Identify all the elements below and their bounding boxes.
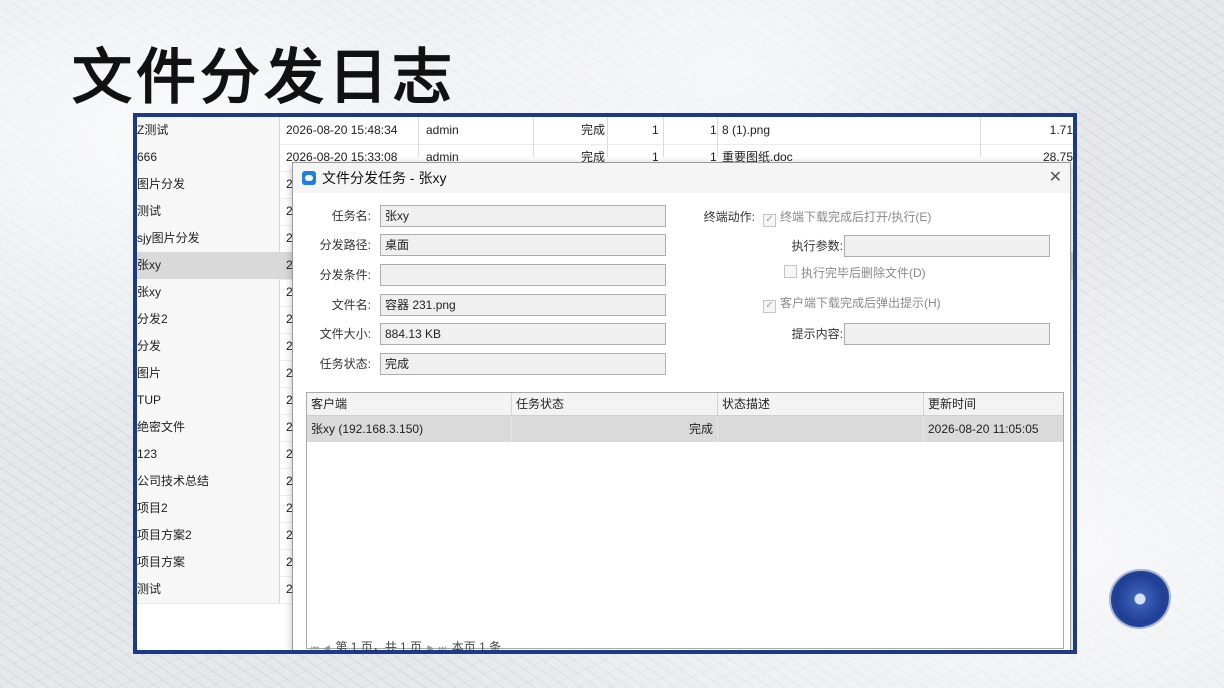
cell-size: 1.71 bbox=[1049, 123, 1073, 137]
prev-page-icon[interactable]: ◀ bbox=[323, 643, 330, 650]
grid-header: 客户端 任务状态 状态描述 更新时间 bbox=[307, 393, 1063, 416]
column-divider bbox=[717, 117, 718, 157]
delete-after-exec-checkbox[interactable]: 执行完毕后删除文件(D) bbox=[784, 263, 926, 283]
cell-file: 8 (1).png bbox=[722, 123, 771, 137]
cell-state: 完成 bbox=[581, 123, 606, 137]
file-size-label: 文件大小: bbox=[319, 327, 371, 341]
terminal-action-label: 终端动作: bbox=[703, 210, 755, 224]
cell-name: 测试 bbox=[137, 198, 280, 225]
pager: ⏮ ◀ 第 1 页，共 1 页 ▶ ⏭ 本页 1 条 bbox=[309, 638, 502, 654]
popup-after-download-checkbox[interactable]: ✓ 客户端下载完成后弹出提示(H) bbox=[763, 293, 941, 313]
client-cell: 张xy (192.168.3.150) bbox=[307, 416, 512, 442]
checkbox-unchecked-icon bbox=[784, 265, 797, 278]
task-name-label: 任务名: bbox=[331, 209, 371, 223]
first-page-icon[interactable]: ⏮ bbox=[311, 643, 319, 650]
cell-n1: 1 bbox=[652, 123, 659, 137]
updated-cell: 2026-08-20 11:05:05 bbox=[928, 422, 1039, 436]
cell-name: 项目方案 bbox=[137, 549, 280, 576]
cell-name: 绝密文件 bbox=[137, 414, 280, 441]
status-cell: 完成 bbox=[512, 416, 718, 442]
checkbox-checked-icon: ✓ bbox=[763, 300, 776, 313]
prompt-content-label: 提示内容: bbox=[791, 327, 843, 341]
task-status-field[interactable]: 完成 bbox=[380, 353, 666, 375]
screenshot-frame: Z测试 2026-08-20 15:48:34 admin 完成 1 1 8 (1).png… bbox=[133, 113, 1077, 654]
cell-name: Z测试 bbox=[137, 117, 280, 144]
exec-params-label: 执行参数: bbox=[791, 239, 843, 253]
last-page-icon[interactable]: ⏭ bbox=[438, 643, 446, 650]
cell-name: 分发2 bbox=[137, 306, 280, 333]
cell-name: 分发 bbox=[137, 333, 280, 360]
decorative-blob bbox=[1111, 571, 1169, 627]
condition-label: 分发条件: bbox=[319, 268, 371, 282]
table-row[interactable]: Z测试 2026-08-20 15:48:34 admin 完成 1 1 8 (1).png… bbox=[137, 117, 1073, 145]
cell-name: 图片分发 bbox=[137, 171, 280, 198]
path-field[interactable]: 桌面 bbox=[380, 234, 666, 256]
open-after-download-checkbox[interactable]: ✓ 终端下载完成后打开/执行(E) bbox=[763, 207, 931, 227]
column-header-description[interactable]: 状态描述 bbox=[718, 393, 924, 415]
column-divider bbox=[607, 117, 608, 157]
exec-params-field[interactable] bbox=[844, 235, 1050, 257]
description-cell bbox=[718, 416, 924, 442]
column-divider bbox=[418, 117, 419, 157]
cell-name: 张xy bbox=[137, 279, 280, 306]
column-divider bbox=[663, 117, 664, 157]
dialog-titlebar[interactable]: 文件分发任务 - 张xy ✕ bbox=[293, 163, 1070, 193]
cell-name: 公司技术总结 bbox=[137, 468, 280, 495]
cell-name: 张xy bbox=[137, 252, 280, 279]
file-size-field[interactable]: 884.13 KB bbox=[380, 323, 666, 345]
column-divider bbox=[980, 117, 981, 157]
slide-title: 文件分发日志 bbox=[72, 43, 456, 113]
cell-name: sjy图片分发 bbox=[137, 225, 280, 252]
cell-name: 666 bbox=[137, 144, 280, 171]
cell-n2: 1 bbox=[710, 123, 717, 137]
file-name-label: 文件名: bbox=[331, 298, 371, 312]
path-label: 分发路径: bbox=[319, 238, 371, 252]
cell-name: 测试 bbox=[137, 576, 280, 603]
cell-time: 2026-08-20 15:48:34 bbox=[286, 123, 398, 137]
file-name-field[interactable]: 容器 231.png bbox=[380, 294, 666, 316]
next-page-icon[interactable]: ▶ bbox=[427, 643, 434, 650]
prompt-content-field[interactable] bbox=[844, 323, 1050, 345]
page-info: 第 1 页，共 1 页 bbox=[335, 640, 423, 654]
condition-field[interactable] bbox=[380, 264, 666, 286]
cell-name: TUP bbox=[137, 387, 280, 414]
cell-user: admin bbox=[426, 123, 459, 137]
column-header-client[interactable]: 客户端 bbox=[307, 393, 512, 415]
cell-name: 项目方案2 bbox=[137, 522, 280, 549]
table-row[interactable]: 张xy (192.168.3.150) 完成 2026-08-20 11:05:… bbox=[307, 416, 1063, 442]
app-icon bbox=[302, 171, 316, 185]
cell-name: 123 bbox=[137, 441, 280, 468]
task-status-label: 任务状态: bbox=[319, 357, 371, 371]
client-status-grid: 客户端 任务状态 状态描述 更新时间 张xy (192.168.3.150) 完… bbox=[306, 392, 1064, 650]
column-divider bbox=[533, 117, 534, 157]
cell-name: 图片 bbox=[137, 360, 280, 387]
column-header-updated[interactable]: 更新时间 bbox=[924, 393, 1063, 415]
checkbox-checked-icon: ✓ bbox=[763, 214, 776, 227]
cell-name: 项目2 bbox=[137, 495, 280, 522]
page-count: 本页 1 条 bbox=[451, 640, 502, 654]
task-name-field[interactable]: 张xy bbox=[380, 205, 666, 227]
dialog-title: 文件分发任务 - 张xy bbox=[322, 170, 447, 186]
close-icon[interactable]: ✕ bbox=[1049, 163, 1062, 193]
column-header-status[interactable]: 任务状态 bbox=[512, 393, 718, 415]
file-distribution-dialog: 文件分发任务 - 张xy ✕ 任务名: 张xy 分发路径: 桌面 分发条件: 文… bbox=[292, 162, 1071, 650]
